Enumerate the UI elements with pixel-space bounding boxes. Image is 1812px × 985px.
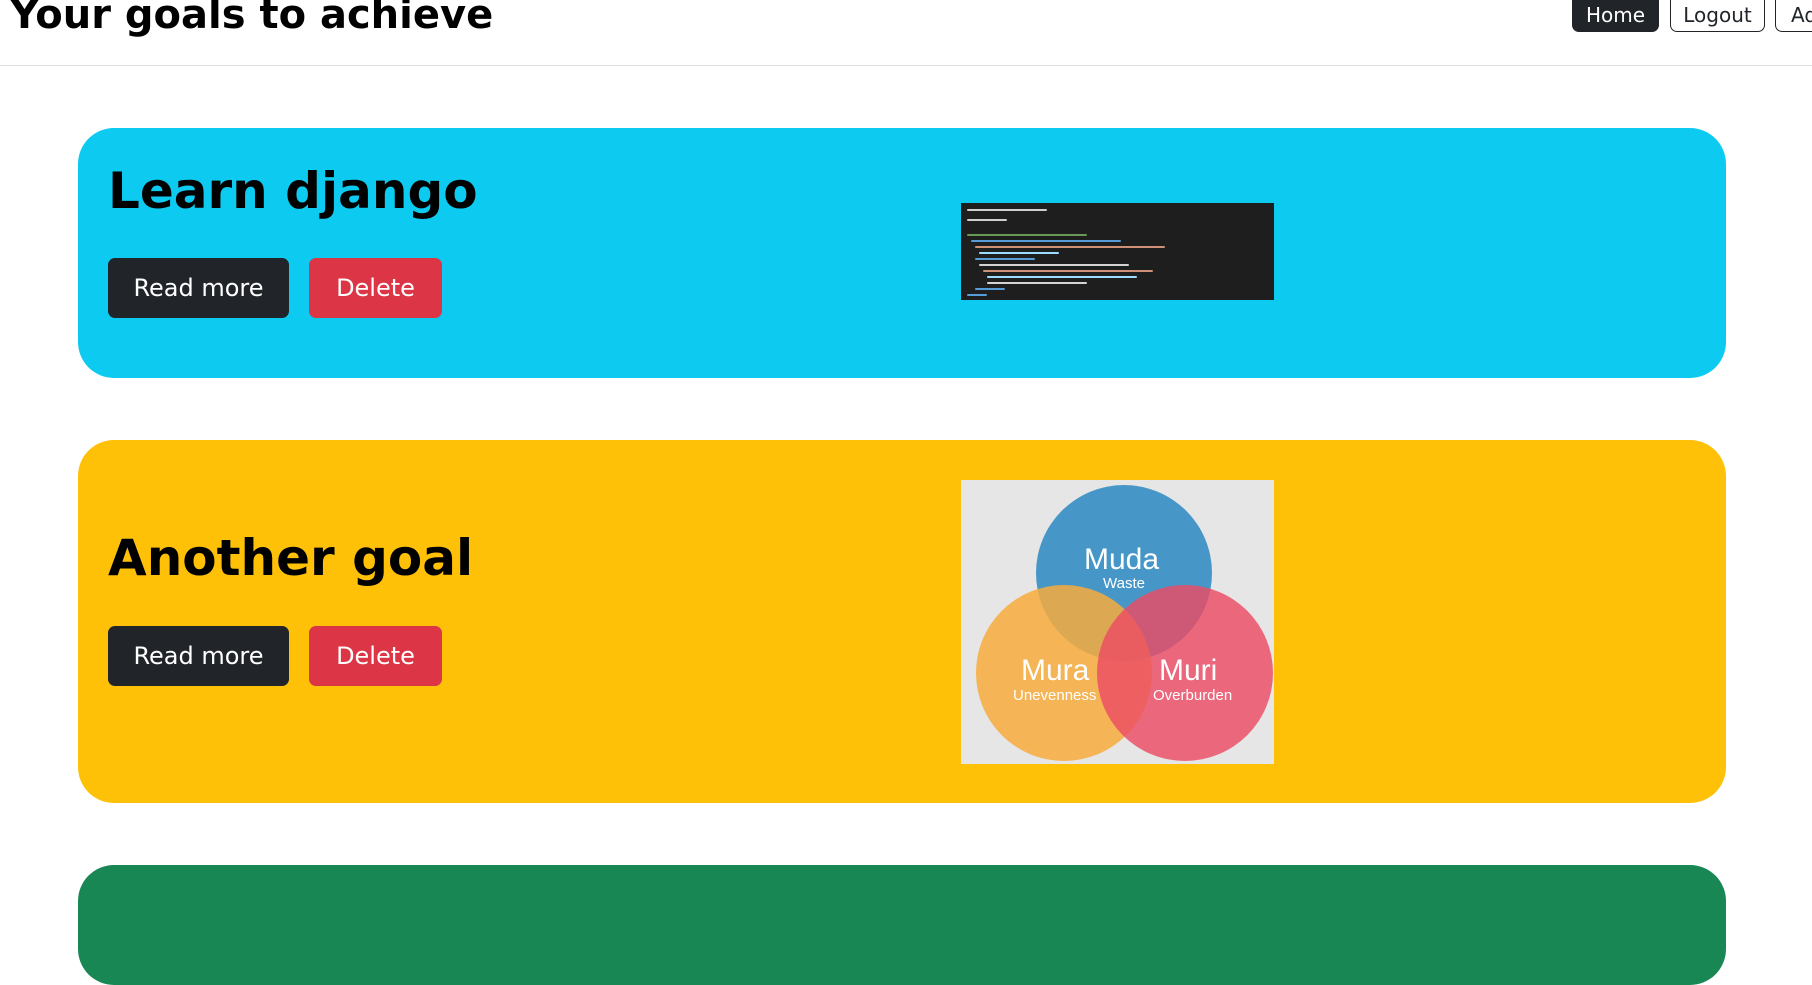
goal-card-learn-django: Learn django Read more Delete	[78, 128, 1726, 378]
venn-sub-muri: Overburden	[1153, 687, 1233, 704]
nav-buttons: Home Logout Ad	[1572, 0, 1812, 32]
venn-label-muda: Muda	[1084, 543, 1160, 576]
goal-image-venn-diagram: Muda Waste Mura Unevenness Muri Overburd…	[961, 480, 1274, 764]
delete-button[interactable]: Delete	[309, 258, 442, 318]
add-goal-button[interactable]: Ad	[1775, 0, 1812, 32]
venn-label-muri: Muri	[1159, 654, 1218, 687]
logout-button[interactable]: Logout	[1670, 0, 1765, 32]
venn-label-mura: Mura	[1021, 654, 1090, 687]
home-button[interactable]: Home	[1572, 0, 1659, 32]
goal-title: Learn django	[108, 162, 478, 220]
read-more-button[interactable]: Read more	[108, 626, 289, 686]
venn-sub-muda: Waste	[1103, 575, 1145, 592]
page-title: Your goals to achieve	[10, 0, 494, 38]
read-more-button[interactable]: Read more	[108, 258, 289, 318]
delete-button[interactable]: Delete	[309, 626, 442, 686]
goal-image-code-screenshot	[961, 203, 1274, 300]
venn-sub-mura: Unevenness	[1013, 687, 1097, 704]
goal-card-third	[78, 865, 1726, 985]
top-navbar: Your goals to achieve Home Logout Ad	[0, 0, 1812, 66]
goal-card-another-goal: Another goal Read more Delete Muda Waste…	[78, 440, 1726, 803]
goal-title: Another goal	[108, 529, 474, 587]
